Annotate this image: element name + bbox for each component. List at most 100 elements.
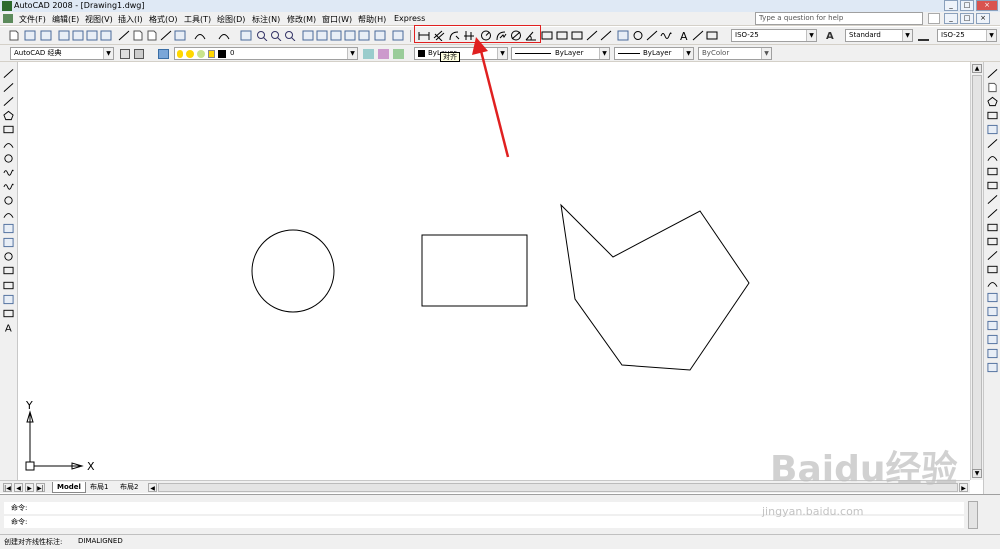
- markup-icon[interactable]: [358, 30, 370, 41]
- insert-block-icon[interactable]: [3, 223, 14, 234]
- mirror-icon[interactable]: [987, 96, 998, 107]
- lineweight-select[interactable]: ByLayer ▼: [614, 47, 694, 60]
- vertical-scrollbar[interactable]: ▲ ▼: [970, 62, 983, 480]
- text-style-icon[interactable]: A: [826, 31, 834, 42]
- minimize-icon[interactable]: _: [944, 0, 958, 11]
- dim-center-mark-icon[interactable]: [617, 30, 629, 41]
- bring-above-icon[interactable]: [987, 348, 998, 359]
- workspace-select[interactable]: AutoCAD 经典 ▼: [10, 47, 114, 60]
- doc-minimize-icon[interactable]: _: [944, 13, 958, 24]
- design-center-icon[interactable]: [316, 30, 328, 41]
- construction-line-icon[interactable]: [3, 82, 14, 93]
- move-icon[interactable]: [987, 138, 998, 149]
- menu-edit[interactable]: 编辑(E): [52, 14, 79, 25]
- help-search-icon[interactable]: [928, 13, 940, 24]
- scroll-thumb[interactable]: [972, 75, 982, 470]
- break-at-point-icon[interactable]: [987, 222, 998, 233]
- properties-icon[interactable]: [302, 30, 314, 41]
- scale-icon[interactable]: [987, 166, 998, 177]
- erase-icon[interactable]: [987, 68, 998, 79]
- rotate-icon[interactable]: [987, 152, 998, 163]
- publish-icon[interactable]: [86, 30, 98, 41]
- explode-icon[interactable]: [987, 292, 998, 303]
- table-style-select[interactable]: ISO-25 ▼: [937, 29, 997, 42]
- undo-icon[interactable]: [194, 30, 206, 41]
- open-file-icon[interactable]: [24, 30, 36, 41]
- dim-center-icon[interactable]: [632, 30, 644, 41]
- region-icon[interactable]: [3, 294, 14, 305]
- help-search-input[interactable]: Type a question for help: [755, 12, 923, 25]
- send-back-icon[interactable]: [987, 334, 998, 345]
- dim-style-icon[interactable]: [918, 31, 929, 41]
- zoom-window-icon[interactable]: [270, 30, 282, 41]
- layer-select[interactable]: 0 ▼: [174, 47, 358, 60]
- circle-shape[interactable]: [251, 229, 335, 313]
- dim-style-manager-icon[interactable]: [706, 30, 718, 41]
- menu-format[interactable]: 格式(O): [149, 14, 178, 25]
- revision-cloud-icon[interactable]: [3, 167, 14, 178]
- copy-object-icon[interactable]: [987, 82, 998, 93]
- zoom-realtime-icon[interactable]: [256, 30, 268, 41]
- gradient-icon[interactable]: [3, 280, 14, 291]
- dim-tolerance-icon[interactable]: [600, 30, 612, 41]
- spline-icon[interactable]: [3, 181, 14, 192]
- plot-preview-icon[interactable]: [72, 30, 84, 41]
- tab-last-icon[interactable]: ▶|: [36, 483, 45, 492]
- plot-icon[interactable]: [58, 30, 70, 41]
- 3d-dwf-icon[interactable]: [100, 30, 112, 41]
- menu-view[interactable]: 视图(V): [85, 14, 113, 25]
- trim-icon[interactable]: [987, 194, 998, 205]
- send-under-icon[interactable]: [987, 362, 998, 373]
- match-properties-icon[interactable]: [160, 30, 172, 41]
- block-editor-icon[interactable]: [174, 30, 186, 41]
- menu-insert[interactable]: 插入(I): [118, 14, 143, 25]
- sheet-set-icon[interactable]: [344, 30, 356, 41]
- scroll-up-icon[interactable]: ▲: [972, 64, 982, 73]
- arc-icon[interactable]: [3, 139, 14, 150]
- pan-icon[interactable]: [240, 30, 252, 41]
- rectangle-shape[interactable]: [421, 234, 528, 307]
- line-icon[interactable]: [3, 68, 14, 79]
- tool-palettes-icon[interactable]: [330, 30, 342, 41]
- tab-prev-icon[interactable]: ◀: [14, 483, 23, 492]
- polyline-icon[interactable]: [3, 96, 14, 107]
- save-icon[interactable]: [40, 30, 52, 41]
- hatch-icon[interactable]: [3, 265, 14, 276]
- menu-help[interactable]: 帮助(H): [358, 14, 386, 25]
- make-block-icon[interactable]: [3, 237, 14, 248]
- menu-dimension[interactable]: 标注(N): [252, 14, 280, 25]
- menu-modify[interactable]: 修改(M): [287, 14, 316, 25]
- fillet-icon[interactable]: [987, 278, 998, 289]
- polygon-shape[interactable]: [560, 203, 750, 371]
- redo-icon[interactable]: [218, 30, 230, 41]
- dim-update-icon[interactable]: A: [678, 30, 690, 41]
- workspace-settings-icon[interactable]: [120, 49, 130, 59]
- extend-icon[interactable]: [987, 208, 998, 219]
- maximize-icon[interactable]: □: [960, 0, 974, 11]
- hscroll-right-icon[interactable]: ▶: [959, 483, 968, 492]
- ellipse-arc-icon[interactable]: [3, 209, 14, 220]
- menu-express[interactable]: Express: [394, 14, 425, 23]
- menu-draw[interactable]: 绘图(D): [217, 14, 245, 25]
- multiline-text-icon[interactable]: A: [3, 322, 14, 332]
- dim-override-icon[interactable]: [692, 30, 704, 41]
- help-icon[interactable]: [392, 30, 404, 41]
- dim-quick-icon[interactable]: [571, 30, 583, 41]
- tab-next-icon[interactable]: ▶: [25, 483, 34, 492]
- command-scrollbar[interactable]: [968, 501, 978, 529]
- draw-order-icon[interactable]: [987, 306, 998, 317]
- hscroll-left-icon[interactable]: ◀: [148, 483, 157, 492]
- doc-close-icon[interactable]: ×: [976, 13, 990, 24]
- tab-model[interactable]: Model: [52, 482, 86, 493]
- paste-icon[interactable]: [146, 30, 158, 41]
- stretch-icon[interactable]: [987, 180, 998, 191]
- menu-tools[interactable]: 工具(T): [184, 14, 211, 25]
- menu-file[interactable]: 文件(F): [19, 14, 46, 25]
- point-icon[interactable]: [3, 251, 14, 262]
- array-icon[interactable]: [987, 124, 998, 135]
- cut-icon[interactable]: [118, 30, 130, 41]
- doc-restore-icon[interactable]: □: [960, 13, 974, 24]
- tab-first-icon[interactable]: |◀: [3, 483, 12, 492]
- offset-icon[interactable]: [987, 110, 998, 121]
- make-object-layer-current-icon[interactable]: [363, 49, 374, 59]
